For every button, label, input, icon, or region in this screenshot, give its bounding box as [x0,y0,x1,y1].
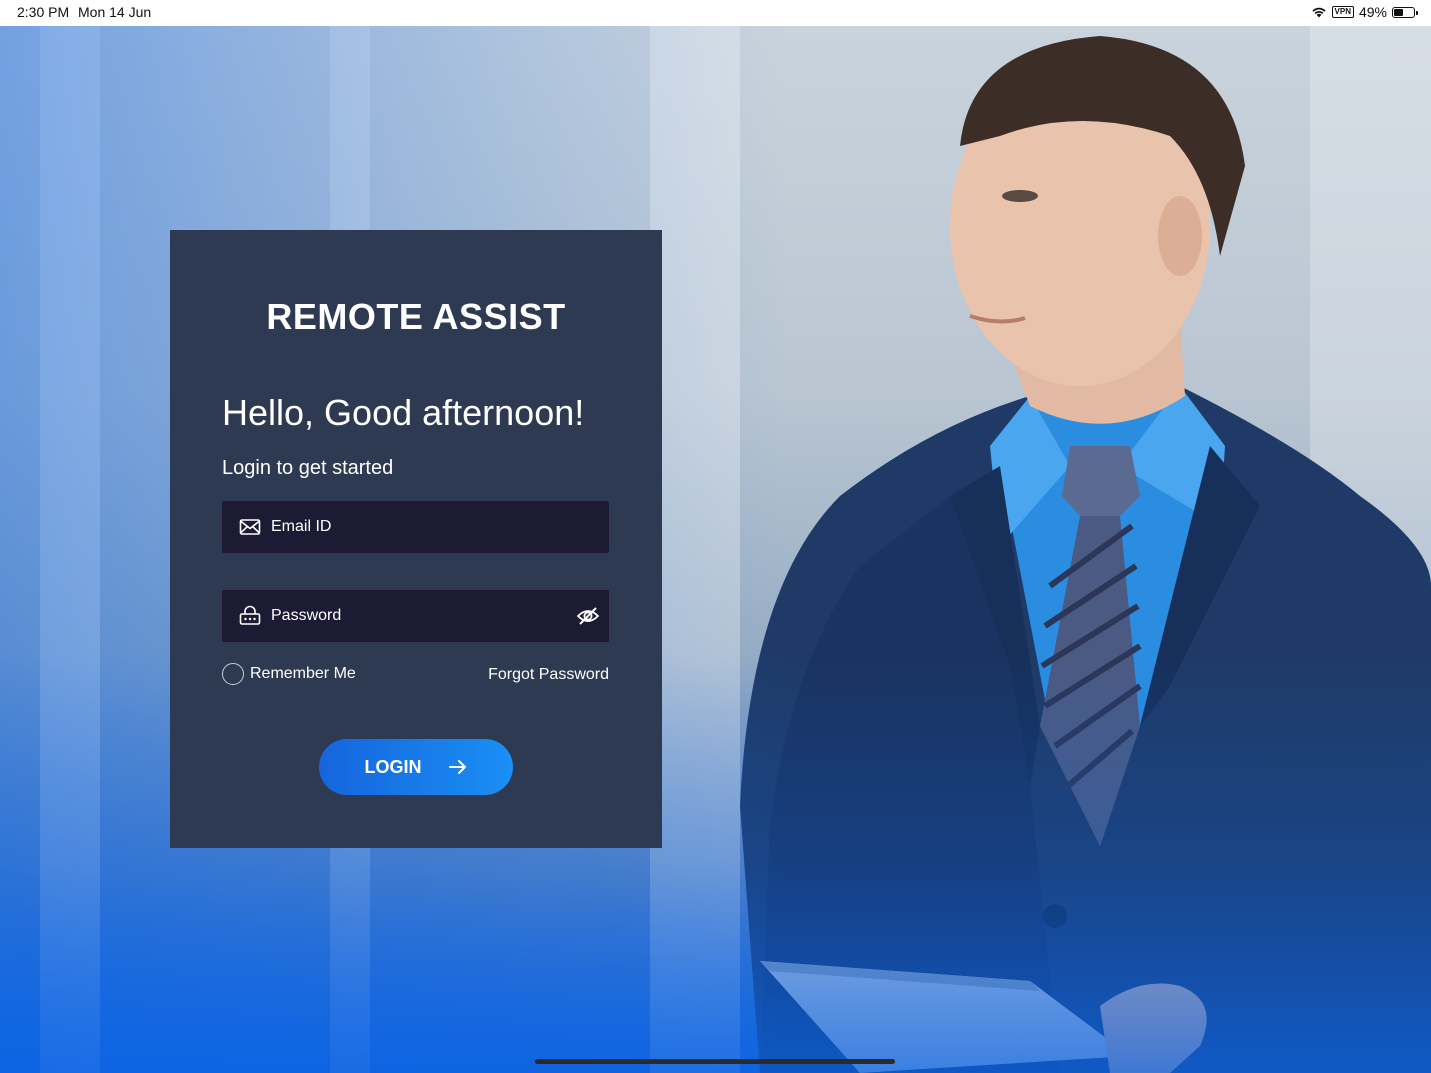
forgot-password-link[interactable]: Forgot Password [488,666,609,684]
wifi-icon [1311,7,1326,18]
email-input[interactable] [271,501,561,553]
status-indicators: VPN 49% [1311,4,1418,20]
password-field[interactable] [222,590,609,642]
remember-me-label: Remember Me [250,665,356,682]
login-card: REMOTE ASSIST Hello, Good afternoon! Log… [170,230,662,848]
battery-icon [1392,6,1418,18]
remember-me[interactable]: Remember Me [222,663,356,685]
greeting-text: Hello, Good afternoon! [222,392,585,433]
eye-slash-icon[interactable] [577,605,599,627]
lock-icon [239,605,261,625]
envelope-icon [239,519,261,535]
battery-level [1394,8,1403,16]
businessman-photo [740,36,1431,1073]
password-input[interactable] [271,590,561,642]
status-date: Mon 14 Jun [78,4,152,20]
login-screen: 2:30 PM Mon 14 Jun VPN 49% REMOTE ASSIST… [0,0,1431,1073]
email-field[interactable] [222,501,609,553]
remember-me-radio[interactable] [222,663,244,685]
vpn-icon: VPN [1331,6,1354,18]
status-bar: 2:30 PM Mon 14 Jun VPN 49% [0,0,1431,26]
login-button-label: LOGIN [364,756,422,777]
background-window-light [40,26,100,1073]
arrow-right-icon [448,760,466,774]
status-time: 2:30 PM [17,4,70,20]
login-button[interactable]: LOGIN [319,739,513,795]
home-indicator[interactable] [535,1059,895,1064]
login-subtitle: Login to get started [222,457,394,479]
battery-percent: 49% [1358,4,1387,20]
app-title: REMOTE ASSIST [266,296,566,337]
